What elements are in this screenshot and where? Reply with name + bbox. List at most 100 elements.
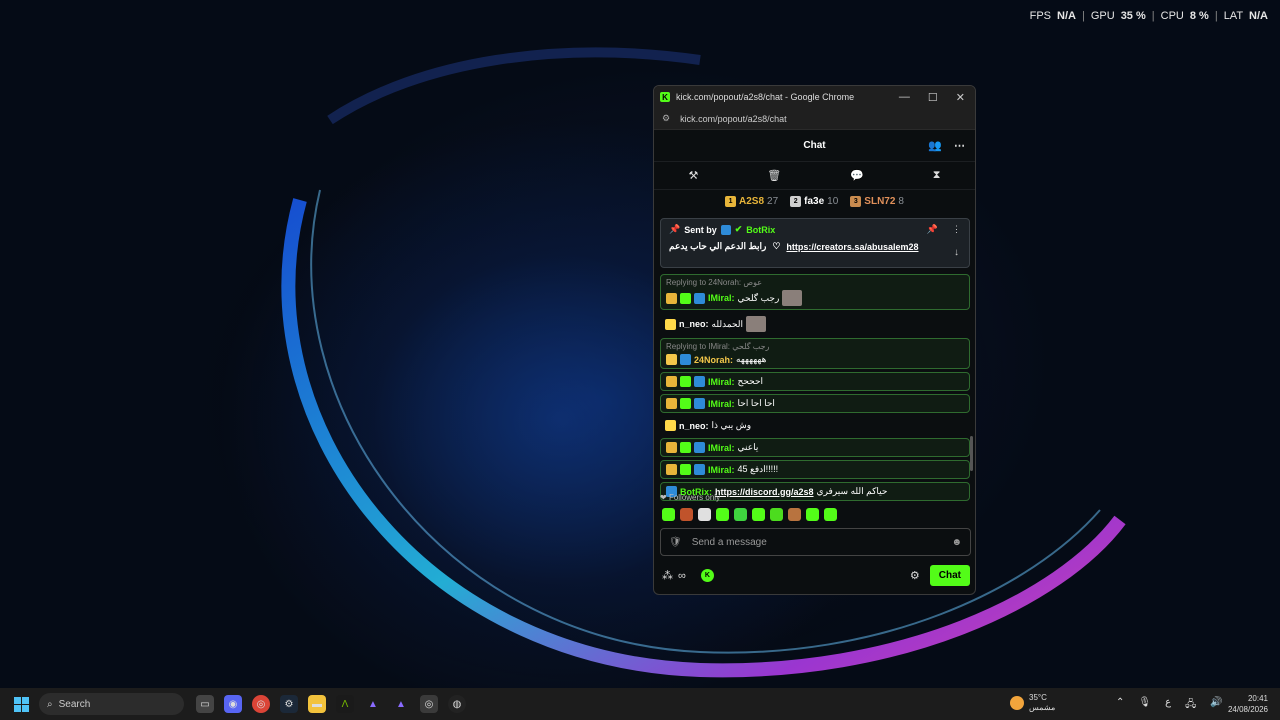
chat-emote <box>782 290 803 306</box>
volume-icon[interactable]: 🔊 <box>1210 697 1222 714</box>
message-input[interactable]: 🛡 Send a message ☻ <box>660 528 971 556</box>
emote-6[interactable] <box>752 508 765 521</box>
chat-message[interactable]: IMiral: احححح <box>660 372 970 391</box>
message-text: الحمدلله <box>711 318 744 329</box>
network-icon[interactable]: 🖧 <box>1185 697 1196 714</box>
weather-widget[interactable]: 35°C مشمس <box>1010 693 1055 713</box>
kick-coin-icon[interactable]: K <box>700 569 714 582</box>
fps-value: N/A <box>1057 10 1076 22</box>
chat-username[interactable]: IMiral: <box>708 399 735 409</box>
followers-only-label: Followers only <box>668 493 721 502</box>
maximize-button[interactable]: ☐ <box>928 91 938 104</box>
language-indicator[interactable]: ع <box>1165 697 1171 714</box>
expand-arrow-icon[interactable]: ↓ <box>954 247 959 258</box>
taskbar-clock[interactable]: 20:41 24/08/2026 <box>1228 693 1268 715</box>
user-badge-icon <box>680 292 691 304</box>
pinned-link[interactable]: https://creators.sa/abusalem28 <box>786 242 918 252</box>
message-link[interactable]: https://discord.gg/a2s8 <box>715 487 814 497</box>
chat-username[interactable]: n_neo: <box>679 319 709 329</box>
send-chat-button[interactable]: Chat <box>929 565 970 586</box>
pinned-bot-name[interactable]: BotRix <box>746 225 775 235</box>
discord-icon[interactable]: ◉ <box>224 695 242 713</box>
site-settings-icon[interactable]: ⚙ <box>662 113 670 124</box>
leaderboard-entry[interactable]: 1 A2S8 27 <box>725 195 778 207</box>
ban-hammer-icon[interactable]: ⚒ <box>688 169 698 182</box>
user-badge-icon <box>680 376 691 387</box>
message-text: 45 ادفع!!!!! <box>737 464 779 474</box>
message-text: ياعني <box>737 442 759 452</box>
emote-5[interactable] <box>734 508 747 521</box>
emoji-icon[interactable]: ☻ <box>951 537 962 548</box>
chrome-active-icon[interactable]: ◎ <box>420 695 438 713</box>
chat-message[interactable]: Replying to 24Norah: عوص IMiral: رجب گلحي <box>660 274 970 310</box>
emote-8[interactable] <box>788 508 801 521</box>
launcher-icon-1[interactable]: ▲ <box>364 695 382 713</box>
gpu-value: 35 % <box>1120 10 1146 22</box>
user-badge-icon <box>694 464 705 475</box>
chat-message[interactable]: Replying to IMiral: رجب گلحي 24Norah: هههه… <box>660 338 970 369</box>
reply-context[interactable]: Replying to 24Norah: عوص <box>666 278 964 287</box>
points-icon[interactable]: ⁂ <box>662 569 673 582</box>
nvidia-app-icon[interactable]: Λ <box>336 695 354 713</box>
file-explorer-icon[interactable]: ▬ <box>308 695 326 713</box>
cpu-value: 8 % <box>1189 10 1209 22</box>
emote-4[interactable] <box>716 508 729 521</box>
more-options-icon[interactable]: ⋯ <box>954 139 965 152</box>
emote-2[interactable] <box>680 508 693 521</box>
chat-username[interactable]: n_neo: <box>679 421 709 431</box>
chat-message[interactable]: n_neo: وش يبي ذا <box>660 416 970 435</box>
chat-message[interactable]: n_neo: الحمدلله <box>660 313 970 335</box>
steam-icon[interactable]: ⚙ <box>280 695 298 713</box>
obs-icon[interactable]: ◍ <box>448 695 466 713</box>
chat-message[interactable]: IMiral: احا احا احا <box>660 394 970 413</box>
message-text: احا احا احا <box>737 398 775 408</box>
emote-3[interactable] <box>698 508 711 521</box>
minimize-button[interactable]: — <box>899 91 910 104</box>
pinned-more-icon[interactable]: ⋮ <box>952 224 961 235</box>
chat-username[interactable]: 24Norah: <box>694 355 733 365</box>
chat-message[interactable]: IMiral: ياعني <box>660 438 970 457</box>
message-text: رجب گلحي <box>737 292 780 303</box>
chat-username[interactable]: IMiral: <box>708 465 735 475</box>
chat-scrollbar[interactable] <box>970 436 973 471</box>
chevron-up-icon[interactable]: ⌃ <box>1116 697 1124 714</box>
taskbar-search[interactable]: ⌕ Search <box>39 693 184 715</box>
leaderboard-name: SLN72 <box>864 195 896 207</box>
leaderboard-entry[interactable]: 2 fa3e 10 <box>790 195 839 207</box>
followers-only-notice: ❤ Followers only <box>660 493 720 502</box>
address-bar[interactable]: ⚙ kick.com/popout/a2s8/chat <box>654 108 975 130</box>
leaderboard-points: 10 <box>827 195 839 207</box>
chat-footer: ⁂ ∞ K ⚙ Chat <box>662 565 970 586</box>
hourglass-icon[interactable]: ⧗ <box>933 169 941 182</box>
chrome-popup-window: K kick.com/popout/a2s8/chat - Google Chr… <box>653 85 976 595</box>
user-badge-icon <box>680 442 691 453</box>
weather-desc: مشمس <box>1029 703 1056 712</box>
close-button[interactable]: ✕ <box>956 91 965 104</box>
reply-context[interactable]: Replying to IMiral: رجب گلحي <box>666 342 964 351</box>
leaderboard-points: 8 <box>898 195 904 207</box>
chat-bubble-icon[interactable]: 💬 <box>850 169 864 182</box>
settings-gear-icon[interactable]: ⚙ <box>910 569 920 582</box>
emote-9[interactable] <box>806 508 819 521</box>
chat-username[interactable]: IMiral: <box>708 293 735 303</box>
launcher-icon-2[interactable]: ▲ <box>392 695 410 713</box>
leaderboard-entry[interactable]: 3 SLN72 8 <box>850 195 904 207</box>
window-titlebar[interactable]: K kick.com/popout/a2s8/chat - Google Chr… <box>654 86 975 108</box>
chat-message[interactable]: IMiral: 45 ادفع!!!!! <box>660 460 970 479</box>
chat-username[interactable]: IMiral: <box>708 443 735 453</box>
user-badge-icon <box>666 292 677 304</box>
chrome-icon[interactable]: ◎ <box>252 695 270 713</box>
task-view-icon[interactable]: ▭ <box>196 695 214 713</box>
microphone-icon[interactable]: 🎙 <box>1138 697 1151 714</box>
unpin-icon[interactable]: 📌 <box>927 224 938 235</box>
trash-icon[interactable]: 🗑 <box>767 169 781 182</box>
emote-7[interactable] <box>770 508 783 521</box>
windows-start-icon[interactable] <box>14 696 29 712</box>
emote-10[interactable] <box>824 508 837 521</box>
users-icon[interactable]: 👥 <box>928 139 942 152</box>
user-badge-icon <box>666 398 677 409</box>
infinity-icon[interactable]: ∞ <box>678 570 686 582</box>
chat-username[interactable]: IMiral: <box>708 377 735 387</box>
emote-1[interactable] <box>662 508 675 521</box>
user-badge-icon <box>680 398 691 409</box>
